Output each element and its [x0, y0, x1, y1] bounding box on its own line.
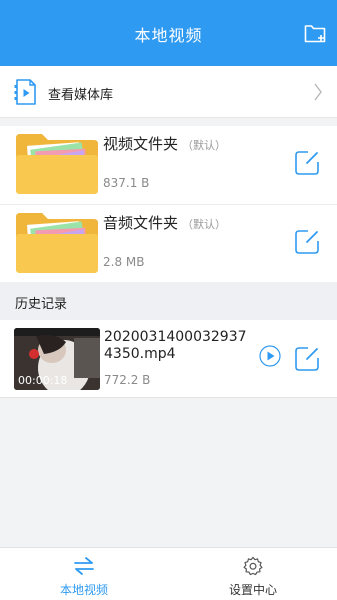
folder-row-audio[interactable]: 音频文件夹 （默认） 2.8 MB	[0, 205, 337, 283]
bottom-navigation: 本地视频 设置中心	[0, 547, 337, 600]
folder-name: 音频文件夹 （默认）	[103, 212, 226, 233]
page-title: 本地视频	[134, 26, 203, 45]
video-filename: 20200314000329374350.mp4	[104, 329, 247, 362]
section-gap	[0, 118, 337, 126]
folder-size: 837.1 B	[103, 176, 150, 190]
video-size: 772.2 B	[104, 373, 151, 387]
video-thumbnail[interactable]: 00:00:18	[14, 328, 100, 390]
video-duration: 00:00:18	[18, 374, 68, 387]
folder-icon	[16, 134, 98, 194]
chevron-right-icon	[314, 83, 322, 101]
folder-name-text: 音频文件夹	[103, 214, 179, 232]
tab-label: 本地视频	[59, 583, 108, 597]
history-section-header: 历史记录	[0, 282, 337, 320]
edit-icon[interactable]	[294, 346, 320, 372]
app-header: 本地视频	[0, 0, 337, 66]
history-item[interactable]: 00:00:18 20200314000329374350.mp4 772.2 …	[0, 320, 337, 398]
folder-size: 2.8 MB	[103, 255, 145, 269]
media-file-icon	[14, 79, 36, 105]
gear-icon	[243, 556, 263, 576]
edit-icon[interactable]	[294, 229, 320, 255]
history-title: 历史记录	[15, 297, 68, 312]
folder-name-text: 视频文件夹	[103, 135, 179, 153]
tab-local-video[interactable]: 本地视频	[0, 548, 168, 600]
media-library-label: 查看媒体库	[48, 88, 114, 103]
default-tag: （默认）	[182, 139, 227, 152]
play-icon[interactable]	[259, 345, 281, 367]
swap-arrows-icon	[74, 557, 94, 575]
default-tag: （默认）	[182, 218, 227, 231]
media-library-row[interactable]: 查看媒体库	[0, 66, 337, 118]
edit-icon[interactable]	[294, 150, 320, 176]
tab-label: 设置中心	[228, 583, 277, 597]
tab-settings[interactable]: 设置中心	[169, 548, 337, 600]
folder-add-icon[interactable]	[304, 23, 326, 43]
folder-row-video[interactable]: 视频文件夹 （默认） 837.1 B	[0, 126, 337, 204]
folder-icon	[16, 213, 98, 273]
folder-name: 视频文件夹 （默认）	[103, 133, 226, 154]
